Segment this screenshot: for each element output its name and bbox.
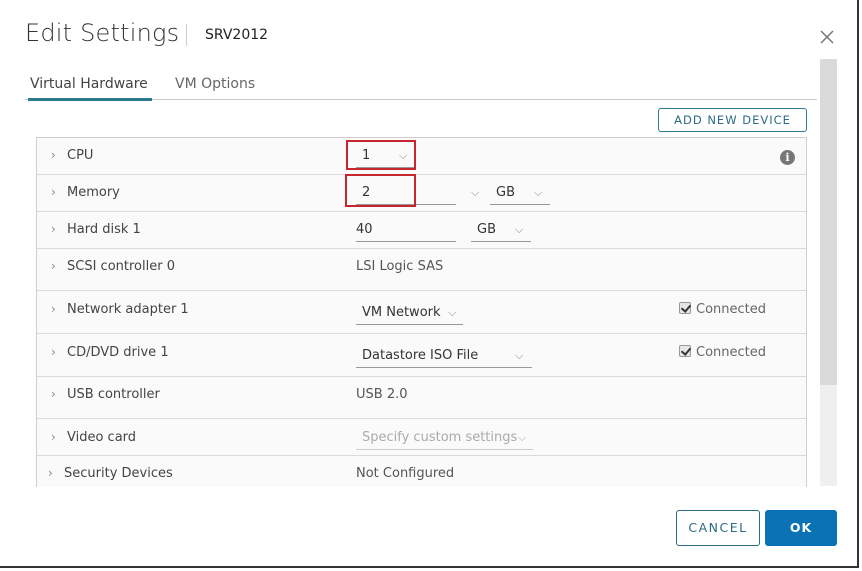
network-connected-label: Connected: [696, 302, 767, 317]
scsi-label: SCSI controller 0: [67, 259, 175, 274]
hardware-row-cpu: › CPU 1 ⌵ i: [37, 138, 806, 175]
tab-virtual-hardware[interactable]: Virtual Hardware: [28, 76, 152, 101]
dialog-title: Edit Settings: [25, 19, 180, 47]
chevron-down-icon: ⌵: [518, 431, 527, 444]
hardware-row-memory: › Memory 2 ⌵ GB ⌵: [37, 174, 806, 212]
hardware-row-video-card: › Video card Specify custom settings ⌵: [37, 419, 806, 456]
tab-vm-options[interactable]: VM Options: [175, 76, 255, 100]
memory-label: Memory: [67, 185, 120, 200]
cpu-value: 1: [362, 148, 371, 163]
chevron-down-icon: ⌵: [515, 223, 524, 236]
memory-unit: GB: [496, 185, 515, 200]
video-card-select[interactable]: Specify custom settings ⌵: [356, 426, 533, 450]
network-label: Network adapter 1: [67, 302, 189, 317]
title-separator: [186, 24, 187, 46]
cddvd-select[interactable]: Datastore ISO File ⌵: [356, 344, 532, 368]
cancel-button[interactable]: CANCEL: [676, 510, 760, 546]
cddvd-connected-label: Connected: [696, 345, 767, 360]
network-value: VM Network: [362, 305, 441, 320]
chevron-right-icon[interactable]: ›: [51, 387, 56, 401]
add-new-device-button[interactable]: ADD NEW DEVICE: [658, 108, 807, 132]
checkbox-checked-icon: [679, 345, 691, 357]
video-value: Specify custom settings: [362, 430, 518, 445]
checkbox-checked-icon: [679, 302, 691, 314]
hardware-row-cd-dvd-drive: › CD/DVD drive 1 Datastore ISO File ⌵ Co…: [37, 334, 806, 377]
cpu-select[interactable]: 1 ⌵: [356, 144, 414, 168]
hardware-row-network-adapter: › Network adapter 1 VM Network ⌵ Connect…: [37, 291, 806, 334]
cddvd-label: CD/DVD drive 1: [67, 345, 169, 360]
chevron-right-icon[interactable]: ›: [51, 302, 56, 316]
hardware-row-security-devices: › Security Devices Not Configured: [37, 456, 806, 487]
chevron-down-icon: ⌵: [399, 149, 408, 162]
hardware-row-usb-controller: › USB controller USB 2.0: [37, 377, 806, 419]
close-icon: [820, 30, 834, 44]
close-button[interactable]: [816, 26, 838, 48]
usb-value: USB 2.0: [356, 387, 408, 402]
scrollbar-thumb[interactable]: [820, 59, 837, 385]
memory-input[interactable]: 2: [356, 181, 456, 205]
ok-button[interactable]: OK: [765, 510, 837, 546]
chevron-right-icon[interactable]: ›: [51, 222, 56, 236]
chevron-right-icon[interactable]: ›: [48, 466, 53, 480]
hard-disk-size-input[interactable]: 40: [356, 218, 456, 242]
network-connected-checkbox[interactable]: Connected: [679, 302, 766, 317]
cddvd-connected-checkbox[interactable]: Connected: [679, 345, 766, 360]
hardware-row-hard-disk: › Hard disk 1 40 GB ⌵: [37, 212, 806, 249]
edit-settings-dialog: Edit Settings SRV2012 Virtual Hardware V…: [0, 0, 859, 568]
memory-dropdown-chevron-icon[interactable]: ⌵: [471, 186, 479, 200]
hardware-row-scsi-controller: › SCSI controller 0 LSI Logic SAS: [37, 249, 806, 291]
cpu-label: CPU: [67, 148, 94, 163]
cddvd-value: Datastore ISO File: [362, 348, 479, 363]
video-label: Video card: [67, 430, 137, 445]
chevron-right-icon[interactable]: ›: [51, 430, 56, 444]
chevron-right-icon[interactable]: ›: [51, 345, 56, 359]
chevron-right-icon[interactable]: ›: [51, 185, 56, 199]
memory-value: 2: [362, 185, 371, 200]
chevron-right-icon[interactable]: ›: [51, 148, 56, 162]
hard-disk-label: Hard disk 1: [67, 222, 141, 237]
memory-unit-select[interactable]: GB ⌵: [490, 181, 550, 205]
network-select[interactable]: VM Network ⌵: [356, 301, 463, 325]
chevron-down-icon: ⌵: [448, 306, 457, 319]
hard-disk-unit-select[interactable]: GB ⌵: [471, 218, 531, 242]
vm-name: SRV2012: [205, 27, 269, 43]
scsi-value: LSI Logic SAS: [356, 259, 444, 274]
hard-disk-unit: GB: [477, 222, 496, 237]
hard-disk-value: 40: [356, 222, 373, 237]
chevron-right-icon[interactable]: ›: [51, 259, 56, 273]
usb-label: USB controller: [67, 387, 160, 402]
chevron-down-icon: ⌵: [534, 186, 543, 199]
virtual-hardware-list: › CPU 1 ⌵ i › Memory 2 ⌵ GB ⌵ › Hard dis…: [36, 137, 807, 487]
security-label: Security Devices: [64, 466, 173, 481]
security-value: Not Configured: [356, 466, 455, 481]
tab-bar: Virtual Hardware VM Options: [25, 74, 817, 101]
info-icon[interactable]: i: [780, 150, 795, 165]
chevron-down-icon: ⌵: [515, 349, 524, 362]
